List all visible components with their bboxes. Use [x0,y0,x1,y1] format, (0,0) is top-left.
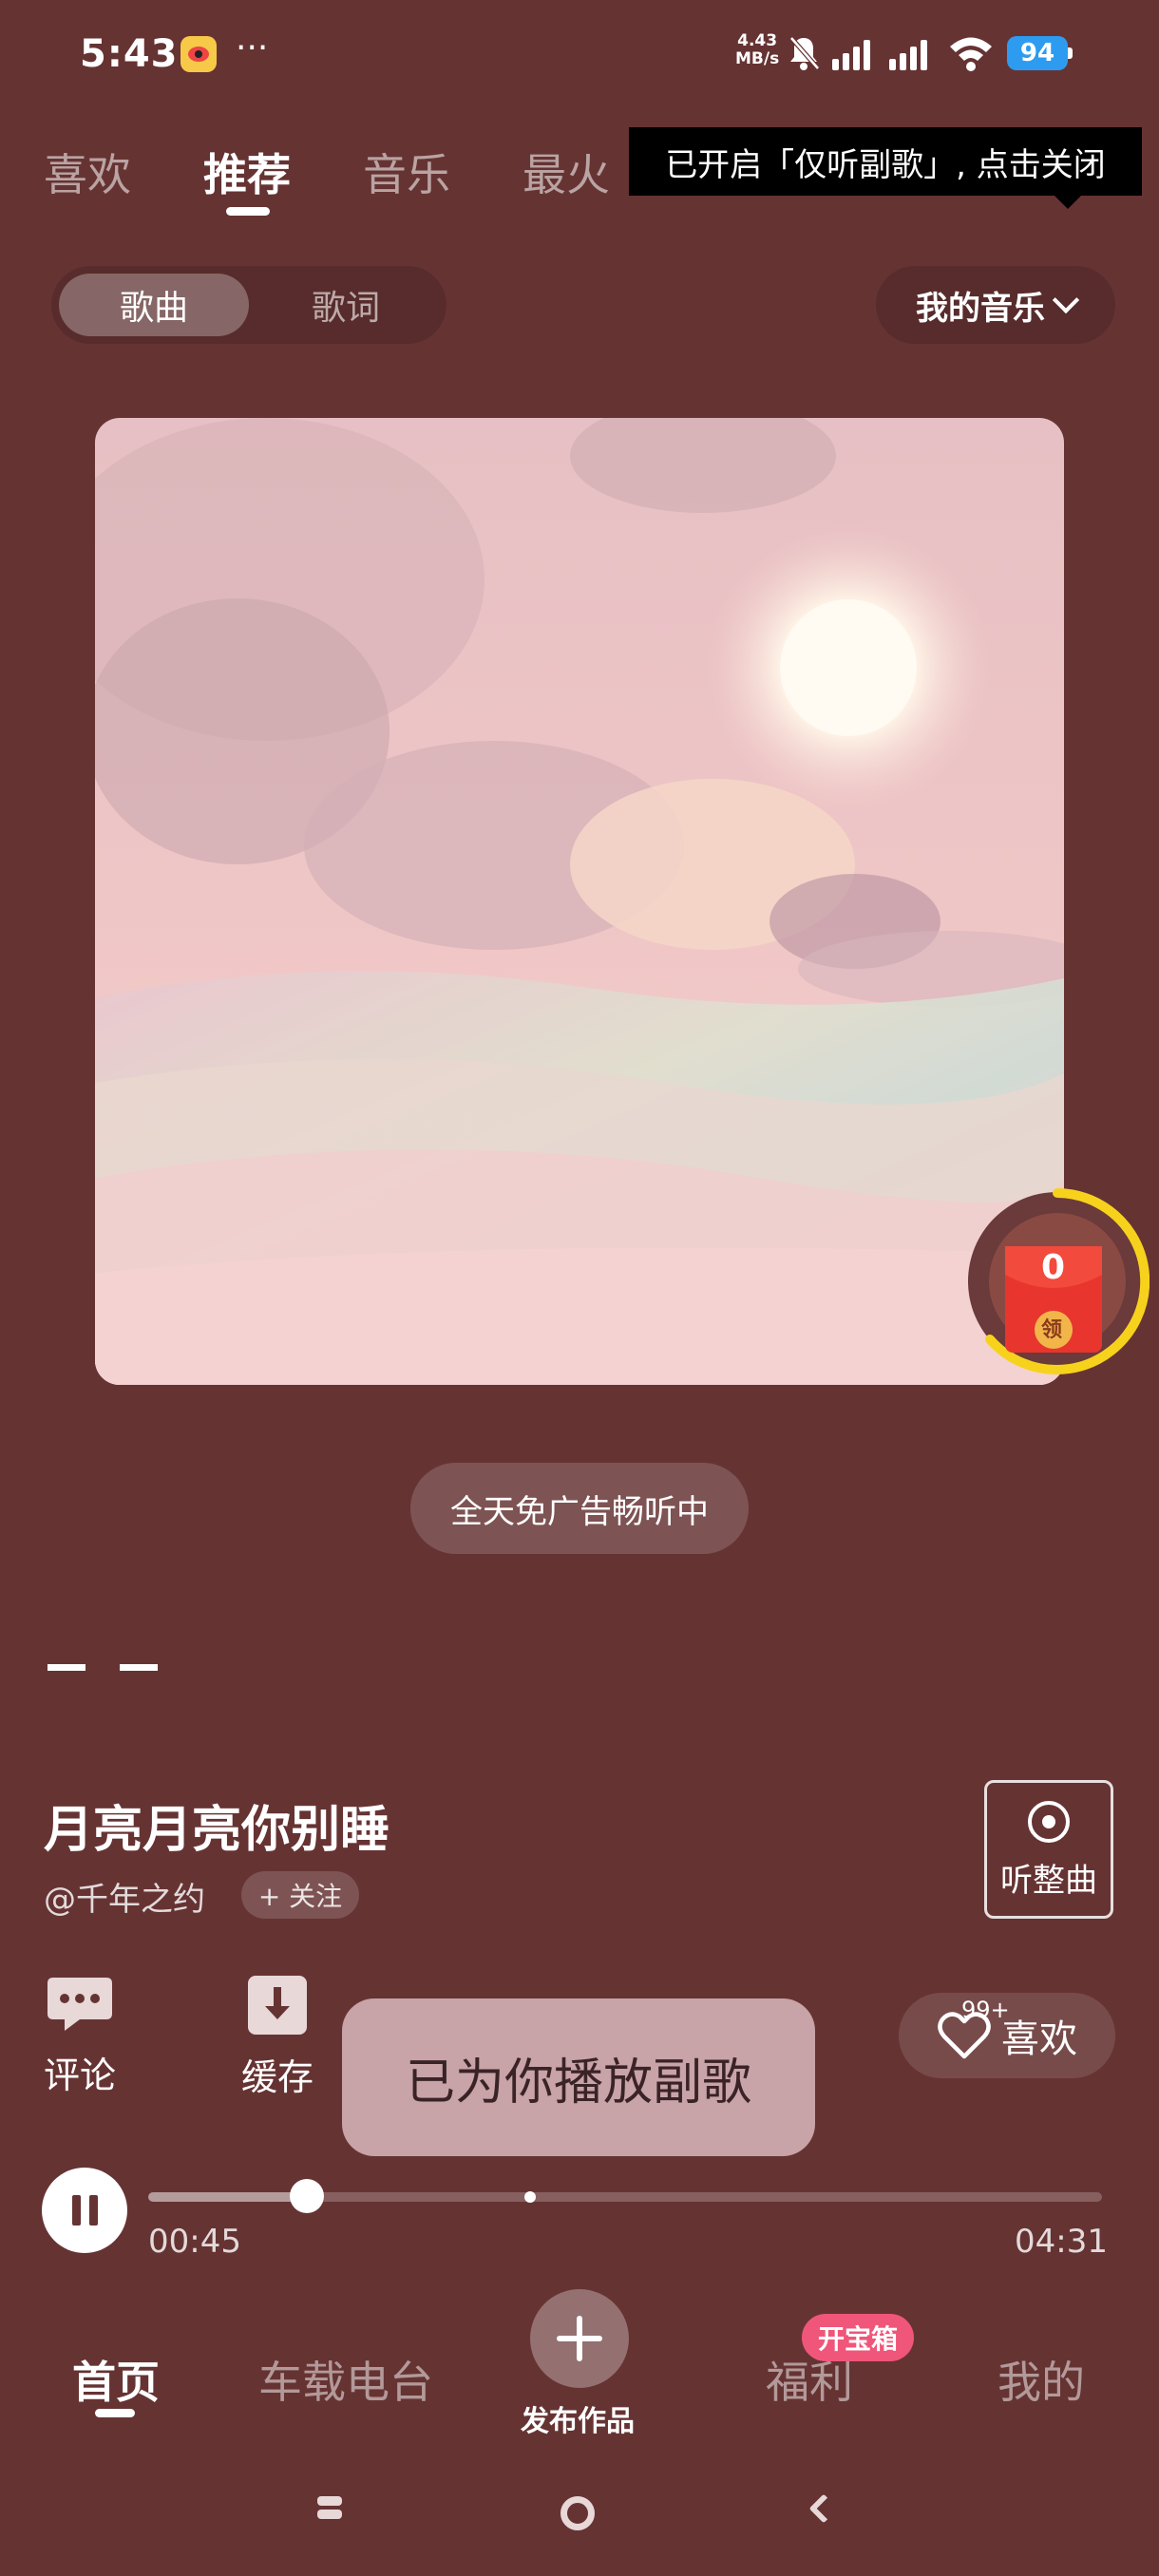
follow-button[interactable]: + 关注 [241,1871,359,1919]
current-time: 00:45 [148,2223,241,2261]
wifi-icon [950,37,992,71]
download-icon [248,1976,307,2035]
weibo-notification-icon [180,36,217,72]
red-envelope-reward[interactable]: 0 领 [965,1187,1150,1375]
progress-thumb[interactable] [290,2179,324,2213]
recent-apps-icon[interactable] [317,2496,342,2523]
lyric-placeholder [48,1664,86,1671]
comment-icon [48,1978,112,2031]
signal-2-icon [889,38,937,70]
nav-mine[interactable]: 我的 [998,2348,1085,2411]
song-lyrics-toggle: 歌曲 歌词 [51,266,446,344]
cache-button[interactable]: 缓存 [241,1974,314,2100]
net-speed-value: 4.43 [737,31,778,50]
disc-icon [1028,1800,1070,1843]
chorus-toast: 已为你播放副歌 [342,1998,815,2156]
segment-lyrics[interactable]: 歌词 [251,274,441,336]
chorus-marker [524,2191,536,2203]
nav-home[interactable]: 首页 [72,2348,160,2411]
tab-like[interactable]: 喜欢 [44,141,131,203]
artist-name[interactable]: @千年之约 [44,1873,205,1920]
home-icon[interactable] [560,2496,595,2530]
battery-tip [1068,47,1073,59]
like-label: 喜欢 [1001,2017,1077,2061]
tab-recommend[interactable]: 推荐 [203,141,291,203]
treasure-badge[interactable]: 开宝箱 [802,2314,914,2361]
progress-fill [148,2192,307,2202]
lyric-placeholder [120,1664,158,1671]
album-cover[interactable] [95,418,1064,1385]
comment-label: 评论 [44,2055,117,2096]
song-title: 月亮月亮你别睡 [44,1802,390,1859]
cache-label: 缓存 [241,2056,314,2098]
total-time: 04:31 [1015,2223,1108,2261]
publish-label[interactable]: 发布作品 [521,2397,635,2439]
back-icon[interactable] [808,2493,839,2524]
red-envelope-label: 领 [1041,1318,1063,1342]
tab-active-indicator [226,207,270,216]
like-count: 99+ [961,1997,1010,2023]
status-time: 5:43 [80,32,179,76]
my-music-dropdown[interactable]: 我的音乐 [876,266,1115,344]
network-speed: 4.43 MB/s [735,32,779,68]
segment-song[interactable]: 歌曲 [59,274,249,336]
more-notifications-icon: ··· [236,28,269,67]
tab-hottest[interactable]: 最火 [522,141,610,203]
red-envelope-count: 0 [1041,1248,1066,1287]
nav-active-indicator [95,2409,135,2417]
pause-button[interactable] [42,2168,127,2253]
pause-icon [88,2195,98,2226]
my-music-label: 我的音乐 [916,289,1045,328]
nav-car-radio[interactable]: 车载电台 [258,2348,433,2411]
publish-button[interactable] [530,2289,629,2388]
tab-music[interactable]: 音乐 [363,141,450,203]
chorus-only-tooltip[interactable]: 已开启「仅听副歌」, 点击关闭 [629,127,1142,196]
net-speed-unit: MB/s [735,49,780,68]
ad-free-badge: 全天免广告畅听中 [410,1463,749,1554]
full-song-button[interactable]: 听整曲 [984,1780,1113,1919]
bell-mute-icon [789,36,820,70]
tooltip-arrow [1053,194,1083,209]
full-song-label: 听整曲 [1000,1861,1097,1900]
chevron-down-icon [1052,286,1080,314]
signal-1-icon [832,38,880,70]
comment-button[interactable]: 评论 [44,1974,116,2098]
battery-indicator: 94 [1007,36,1068,70]
pause-icon [71,2195,81,2226]
